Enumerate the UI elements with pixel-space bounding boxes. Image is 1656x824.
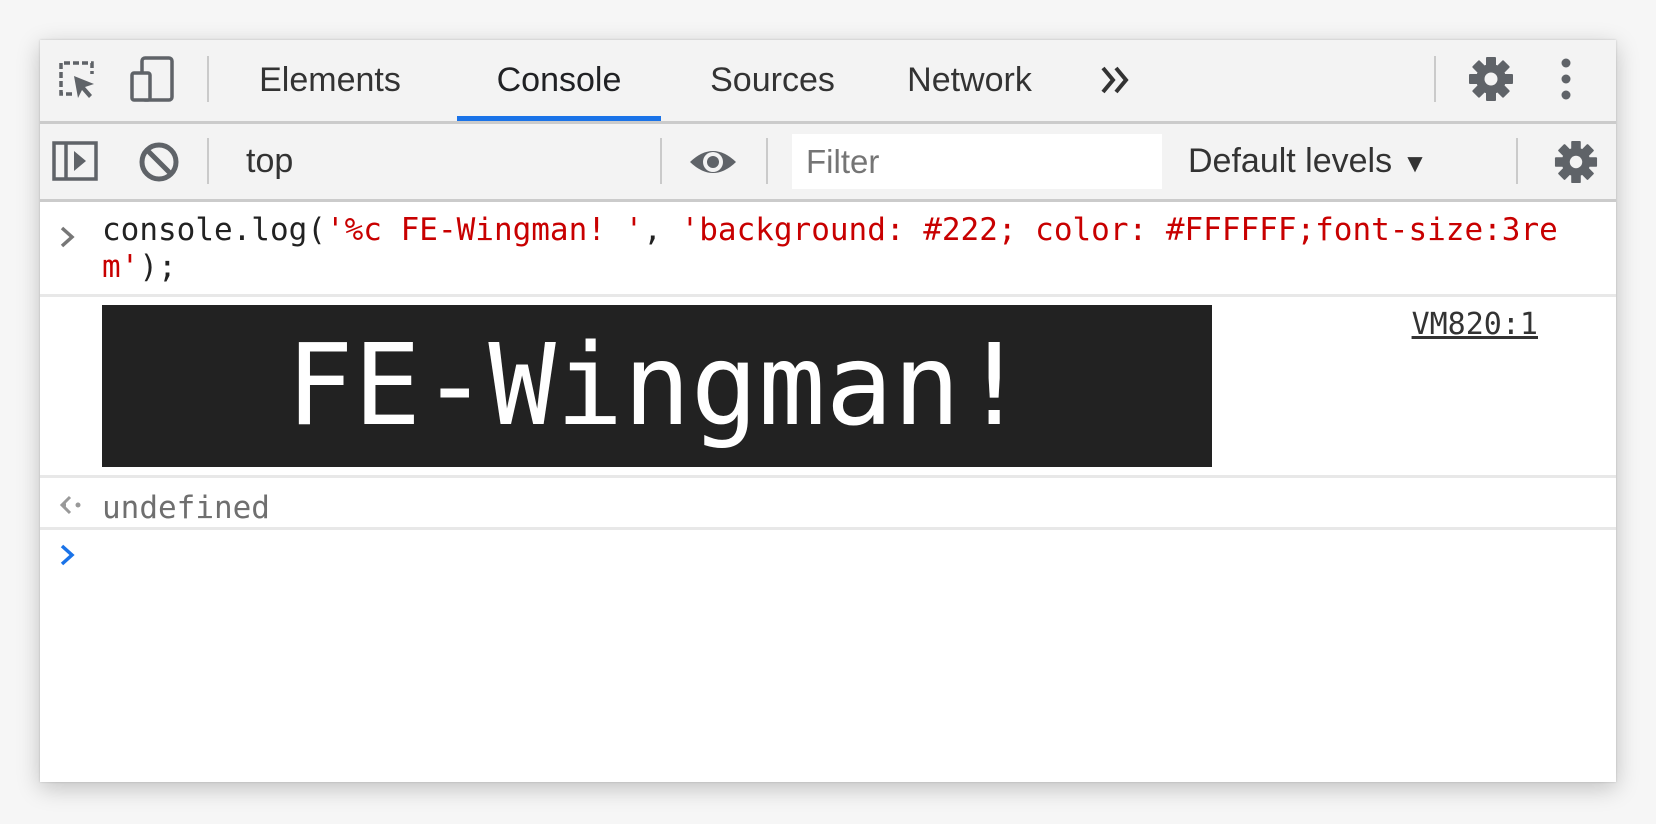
context-label: top	[246, 142, 294, 180]
levels-caret-icon: ▼	[1402, 148, 1428, 178]
toolbar-divider	[207, 138, 209, 184]
console-command-text: console.log('%c FE-Wingman! ', 'backgrou…	[102, 212, 1582, 286]
devtools-tab-bar: Elements Console Sources Network	[40, 40, 1616, 124]
code-call: console.log(	[102, 212, 326, 248]
inspect-element-icon[interactable]	[56, 58, 98, 105]
console-input-entry: console.log('%c FE-Wingman! ', 'backgrou…	[40, 202, 1616, 297]
console-log-entry: FE-Wingman! VM820:1	[40, 297, 1616, 478]
tab-elements[interactable]: Elements	[240, 40, 420, 121]
tab-sources[interactable]: Sources	[690, 40, 855, 121]
source-link[interactable]: VM820:1	[1412, 307, 1538, 342]
toolbar-divider	[1434, 56, 1436, 102]
styled-log-output: FE-Wingman!	[102, 305, 1212, 467]
devtools-window: Elements Console Sources Network top Fil…	[40, 40, 1616, 782]
tab-console[interactable]: Console	[457, 40, 661, 121]
active-tab-indicator	[457, 116, 661, 121]
sidebar-toggle-icon[interactable]	[52, 141, 98, 186]
toolbar-divider	[207, 56, 209, 102]
log-levels-label: Default levels	[1188, 142, 1393, 180]
toolbar-divider	[1516, 138, 1518, 184]
return-arrow-icon	[58, 492, 84, 522]
code-separator: ,	[643, 212, 681, 248]
code-string-arg: '%c FE-Wingman! '	[325, 212, 644, 248]
device-toolbar-icon[interactable]	[130, 55, 176, 108]
toolbar-divider	[660, 138, 662, 184]
console-output[interactable]: console.log('%c FE-Wingman! ', 'backgrou…	[40, 202, 1616, 782]
context-selector[interactable]: top ▼	[246, 124, 844, 199]
console-toolbar: top ▼ Default levels ▼	[40, 124, 1616, 202]
prompt-chevron-icon	[58, 542, 78, 572]
eye-icon[interactable]	[688, 146, 738, 183]
filter-input[interactable]	[792, 134, 1162, 189]
return-value: undefined	[102, 490, 270, 526]
tab-network[interactable]: Network	[882, 40, 1057, 121]
console-prompt[interactable]	[40, 530, 1616, 590]
settings-gear-icon[interactable]	[1468, 56, 1514, 107]
log-levels-dropdown[interactable]: Default levels ▼	[1188, 124, 1428, 201]
clear-console-icon[interactable]	[138, 141, 180, 188]
console-settings-gear-icon[interactable]	[1554, 140, 1598, 189]
vertical-dots-icon[interactable]	[1558, 58, 1574, 105]
double-chevron-icon[interactable]	[1098, 64, 1134, 101]
console-result-entry: undefined	[40, 478, 1616, 530]
code-close: );	[139, 249, 177, 285]
toolbar-divider	[766, 138, 768, 184]
input-chevron-icon	[58, 224, 78, 254]
